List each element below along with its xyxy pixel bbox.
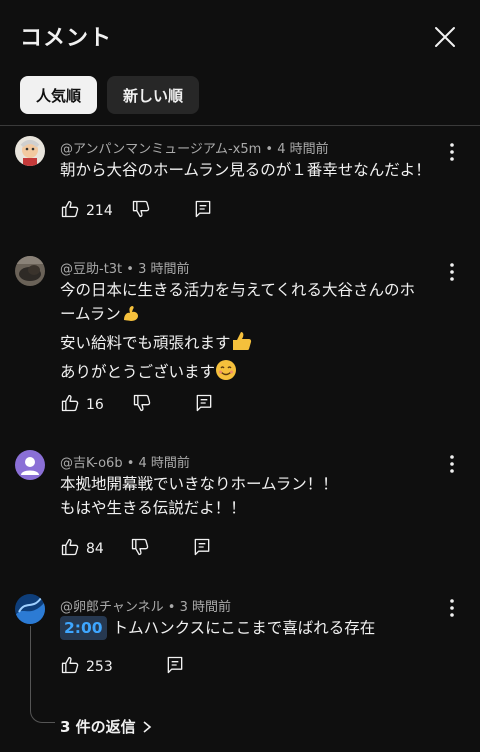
comment-meta: @豆助-t3t • 3 時間前	[60, 262, 190, 277]
reply-button[interactable]	[194, 393, 214, 417]
comment-author[interactable]: @豆助-t3t	[60, 262, 122, 277]
like-button[interactable]: 16	[60, 393, 104, 417]
avatar[interactable]	[15, 136, 45, 166]
more-vert-icon[interactable]	[444, 454, 460, 474]
comment-line: トムハンクスにここまで喜ばれる存在	[112, 619, 376, 637]
dislike-icon	[131, 199, 151, 223]
comment-meta: @吉K-o6b • 4 時間前	[60, 456, 190, 471]
like-button[interactable]: 253	[60, 655, 113, 679]
comment-actions: 214	[60, 200, 213, 222]
like-icon	[60, 199, 80, 223]
close-icon[interactable]	[430, 22, 460, 52]
panel-title: コメント	[20, 26, 113, 51]
comment-time: 4 時間前	[277, 142, 329, 157]
comment-actions: 16	[60, 394, 214, 416]
dislike-button[interactable]	[132, 393, 152, 417]
comment-time: 3 時間前	[138, 262, 190, 277]
comment-text: 本拠地開幕戦でいきなりホームラン！！ もはや生きる伝説だよ！！	[60, 472, 440, 520]
comment-text: 今の日本に生きる活力を与えてくれる大谷さんのホ ームラン 安い給料でも頑張れます…	[60, 278, 440, 388]
view-replies-link[interactable]: 3 件の返信	[60, 716, 152, 737]
reply-icon	[165, 655, 185, 679]
replies-label: 3 件の返信	[60, 718, 136, 736]
more-vert-icon[interactable]	[444, 142, 460, 162]
comment-author[interactable]: @アンパンマンミュージアム-x5m	[60, 142, 261, 157]
comment-author[interactable]: @吉K-o6b	[60, 456, 123, 471]
sort-chips: 人気順 新しい順	[20, 76, 200, 114]
reply-icon	[193, 199, 213, 223]
reply-icon	[194, 393, 214, 417]
reply-thread-line	[30, 626, 55, 723]
comment-actions: 253	[60, 656, 185, 678]
reply-button[interactable]	[165, 655, 185, 679]
comment-text: 2:00 トムハンクスにここまで喜ばれる存在	[60, 616, 440, 640]
like-button[interactable]: 214	[60, 199, 113, 223]
comment-line: 安い給料でも頑張れます	[60, 334, 231, 352]
comment-meta: @卵郎チャンネル • 3 時間前	[60, 600, 231, 615]
more-vert-icon[interactable]	[444, 598, 460, 618]
like-icon	[60, 537, 80, 561]
reply-button[interactable]	[192, 537, 212, 561]
timestamp-link[interactable]: 2:00	[60, 616, 107, 640]
comment-line: 本拠地開幕戦でいきなりホームラン！！	[60, 475, 338, 493]
avatar[interactable]	[15, 594, 45, 624]
comment-text: 朝から大谷のホームラン見るのが１番幸せなんだよ！	[60, 158, 440, 182]
comment-line: 朝から大谷のホームラン見るのが１番幸せなんだよ！	[60, 161, 431, 179]
like-count: 84	[86, 541, 104, 557]
smiling-face-icon	[215, 359, 237, 388]
like-icon	[60, 393, 80, 417]
like-button[interactable]: 84	[60, 537, 104, 561]
dislike-button[interactable]	[130, 537, 150, 561]
like-count: 214	[86, 203, 113, 219]
comment-line: もはや生きる伝説だよ！！	[60, 499, 246, 517]
flexed-biceps-icon	[121, 303, 141, 330]
reply-button[interactable]	[193, 199, 213, 223]
chevron-right-icon	[142, 720, 152, 734]
dislike-button[interactable]	[131, 199, 151, 223]
avatar[interactable]	[15, 256, 45, 286]
like-count: 16	[86, 397, 104, 413]
like-icon	[60, 655, 80, 679]
more-vert-icon[interactable]	[444, 262, 460, 282]
dislike-icon	[132, 393, 152, 417]
dislike-icon	[130, 537, 150, 561]
comment-actions: 84	[60, 538, 212, 560]
comment-line: ームラン	[60, 305, 121, 323]
reply-icon	[192, 537, 212, 561]
chip-popular[interactable]: 人気順	[20, 76, 98, 114]
comment-line: 今の日本に生きる活力を与えてくれる大谷さんのホ	[60, 281, 415, 299]
comment-time: 3 時間前	[179, 600, 231, 615]
comment-meta: @アンパンマンミュージアム-x5m • 4 時間前	[60, 142, 329, 157]
avatar[interactable]	[15, 450, 45, 480]
header-divider	[0, 125, 480, 126]
thumbs-up-icon	[231, 330, 253, 359]
comment-time: 4 時間前	[138, 456, 190, 471]
comment-author[interactable]: @卵郎チャンネル	[60, 600, 164, 615]
comments-header: コメント	[0, 0, 480, 70]
comment-line: ありがとうございます	[60, 363, 216, 381]
like-count: 253	[86, 659, 113, 675]
chip-newest[interactable]: 新しい順	[107, 76, 200, 114]
